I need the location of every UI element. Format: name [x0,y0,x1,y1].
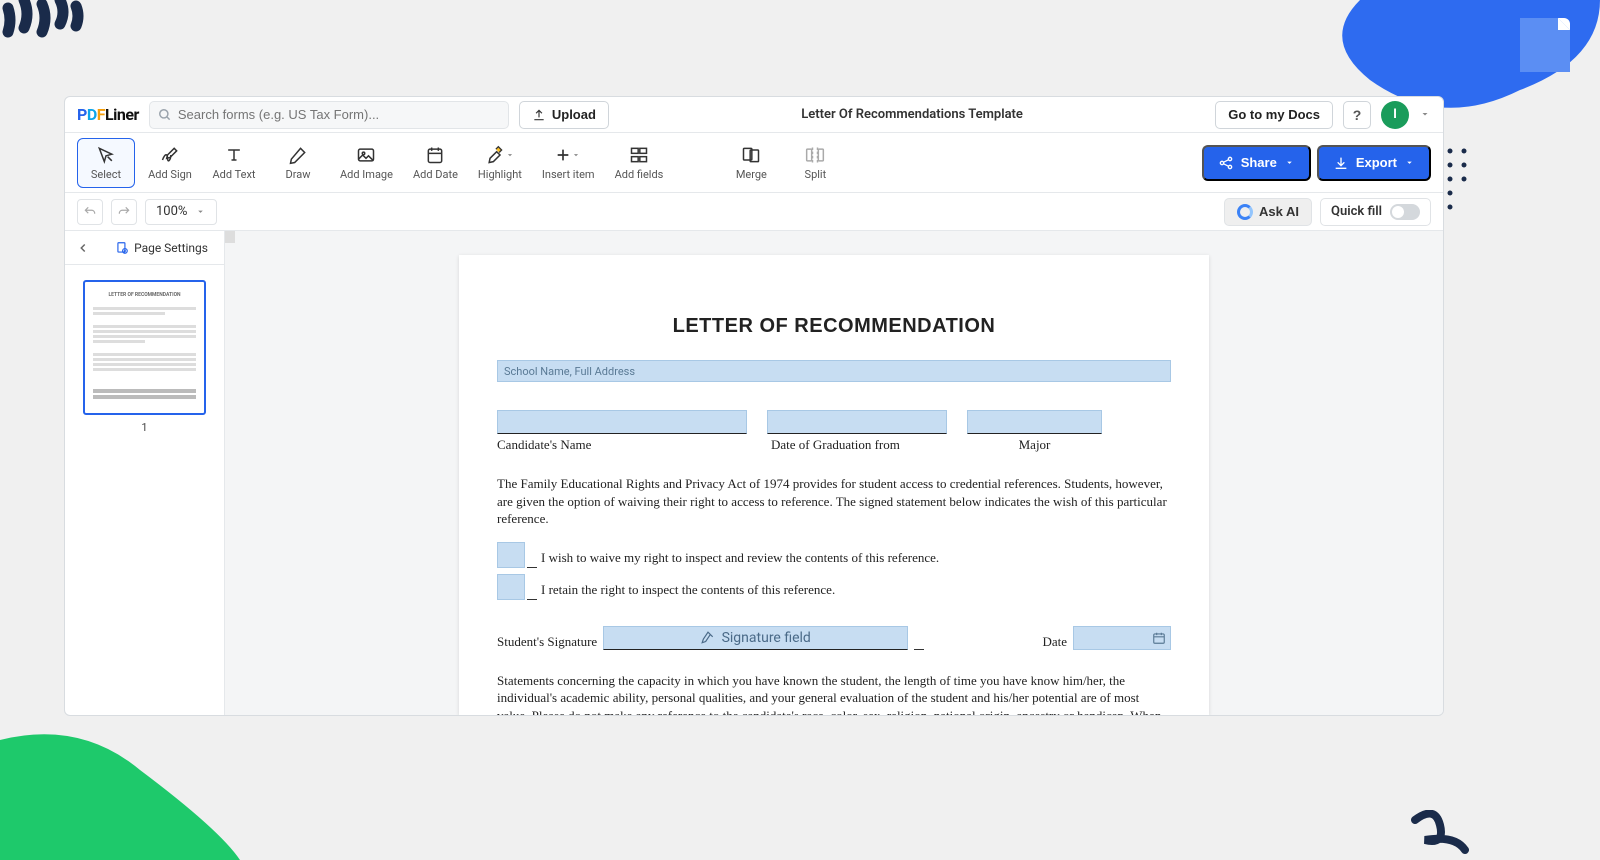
document-canvas[interactable]: LETTER OF RECOMMENDATION School Name, Fu… [225,231,1443,715]
go-to-docs-button[interactable]: Go to my Docs [1215,101,1333,129]
ai-ring-icon [1237,204,1253,220]
tool-add-text[interactable]: Add Text [205,138,263,188]
share-icon [1218,155,1234,171]
share-button[interactable]: Share [1202,145,1311,181]
field-school-name[interactable]: School Name, Full Address [497,360,1171,382]
form-fields-icon [629,145,649,165]
label-signature: Student's Signature [497,634,597,650]
upload-button[interactable]: Upload [519,101,609,129]
label-retain: I retain the right to inspect the conten… [541,582,835,600]
undo-icon [83,205,97,219]
cursor-icon [96,145,116,165]
sidebar-header: Page Settings [65,231,224,265]
label-candidate: Candidate's Name [497,437,747,453]
upload-label: Upload [552,107,596,122]
doc-heading: LETTER OF RECOMMENDATION [497,315,1171,338]
ask-ai-button[interactable]: Ask AI [1224,198,1312,226]
thumbnail-page-number: 1 [83,421,206,434]
chevron-down-icon [505,150,515,160]
page-settings-icon [115,241,129,255]
signature-icon [160,145,180,165]
download-icon [1333,155,1349,171]
image-icon [356,145,376,165]
highlighter-icon [485,145,505,165]
field-major[interactable] [967,410,1102,434]
field-signature[interactable]: Signature field [603,626,908,650]
quick-fill-toggle[interactable]: Quick fill [1320,198,1431,226]
tool-draw[interactable]: Draw [269,138,327,188]
sub-toolbar: 100% Ask AI Quick fill [65,193,1443,231]
tool-add-image[interactable]: Add Image [333,138,400,188]
label-graduation: Date of Graduation from [767,437,947,453]
thumbnail-list: LETTER OF RECOMMENDATION 1 [65,265,224,715]
field-graduation-date[interactable] [767,410,947,434]
decoration-squiggle-bottom [1410,810,1470,860]
avatar[interactable]: I [1381,101,1409,129]
workspace: Page Settings LETTER OF RECOMMENDATION [65,231,1443,715]
tool-highlight[interactable]: Highlight [471,138,529,188]
upload-icon [532,108,546,122]
merge-icon [741,145,761,165]
chevron-down-icon [1419,108,1431,120]
text-icon [224,145,244,165]
document-page: LETTER OF RECOMMENDATION School Name, Fu… [459,255,1209,715]
thumbnails-sidebar: Page Settings LETTER OF RECOMMENDATION [65,231,225,715]
calendar-icon [425,145,445,165]
toggle-switch[interactable] [1390,204,1420,220]
document-title: Letter Of Recommendations Template [619,107,1205,122]
main-toolbar: Select Add Sign Add Text Draw Add Image … [65,133,1443,193]
redo-icon [117,205,131,219]
search-icon [158,108,172,122]
tool-merge[interactable]: Merge [722,138,780,188]
chevron-down-icon [571,150,581,160]
tool-split[interactable]: Split [786,138,844,188]
chevron-left-icon [76,241,90,255]
split-icon [805,145,825,165]
tool-add-date[interactable]: Add Date [406,138,465,188]
calendar-icon [1152,631,1166,645]
plus-icon [555,147,571,163]
sidebar-collapse[interactable] [73,238,93,258]
undo-button[interactable] [77,199,103,225]
checkbox-waive[interactable] [497,542,525,568]
tool-insert-item[interactable]: Insert item [535,138,602,188]
tool-add-fields[interactable]: Add fields [608,138,671,188]
pencil-icon [288,145,308,165]
top-bar: PDFLiner Upload Letter Of Recommendation… [65,97,1443,133]
label-major: Major [967,437,1102,453]
paragraph-ferpa: The Family Educational Rights and Privac… [497,475,1171,528]
pen-nib-icon [701,631,715,645]
logo[interactable]: PDFLiner [77,105,139,124]
chevron-down-icon [1404,157,1415,168]
field-candidate-name[interactable] [497,410,747,434]
field-date[interactable] [1073,626,1171,650]
label-waive: I wish to waive my right to inspect and … [541,550,939,568]
checkbox-retain[interactable] [497,574,525,600]
chevron-down-icon [195,206,206,217]
search-wrapper[interactable] [149,101,509,129]
chevron-down-icon [1284,157,1295,168]
redo-button[interactable] [111,199,137,225]
tool-add-sign[interactable]: Add Sign [141,138,199,188]
help-button[interactable]: ? [1343,101,1371,129]
label-date: Date [1042,634,1067,650]
app-window: PDFLiner Upload Letter Of Recommendation… [64,96,1444,716]
search-input[interactable] [178,107,500,122]
page-settings-button[interactable]: Page Settings [115,241,208,255]
zoom-select[interactable]: 100% [145,199,217,225]
page-thumbnail[interactable]: LETTER OF RECOMMENDATION [83,280,206,415]
decoration-strokes-top-left [0,0,90,70]
avatar-dropdown[interactable] [1419,105,1431,124]
tool-select[interactable]: Select [77,138,135,188]
paragraph-instructions: Statements concerning the capacity in wh… [497,672,1171,715]
scrollbar-marker[interactable] [225,231,235,243]
export-button[interactable]: Export [1317,145,1431,181]
